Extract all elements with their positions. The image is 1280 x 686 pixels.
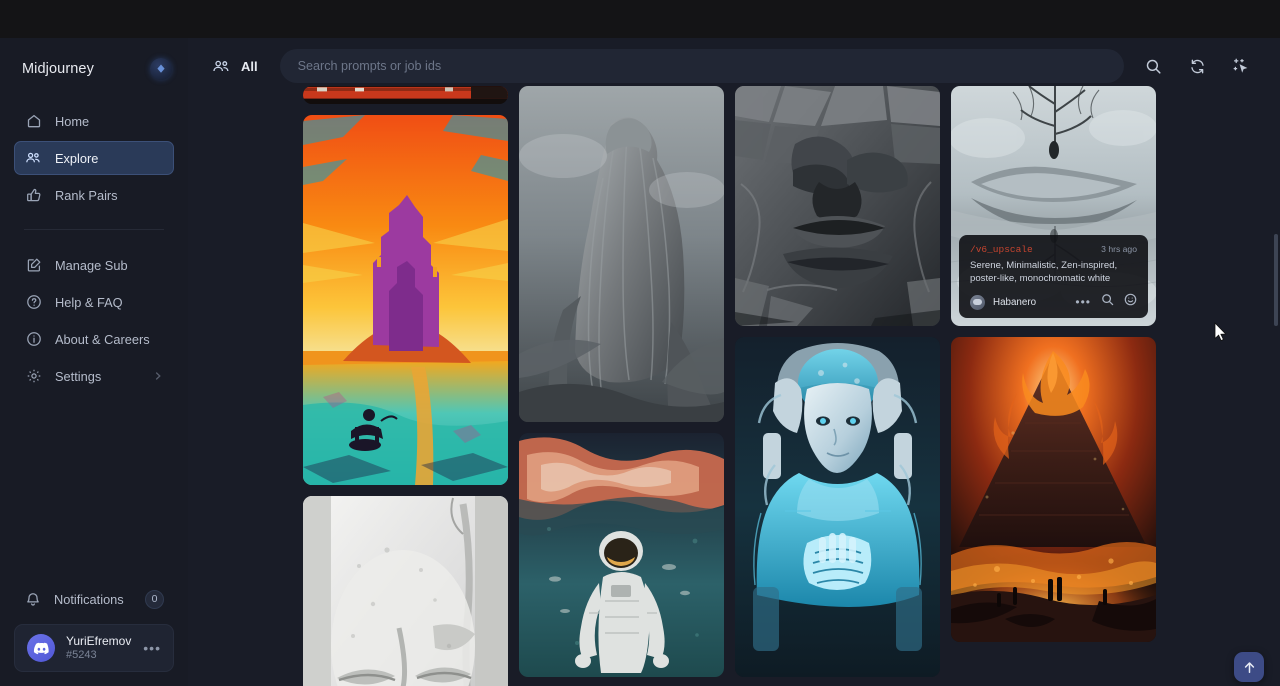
ellipsis-icon[interactable]: •••: [1075, 295, 1091, 309]
image-grid: /v6_upscale 3 hrs ago Serene, Minimalist…: [188, 86, 1280, 686]
burning-pyramid-art: [951, 337, 1156, 642]
page-scrollbar[interactable]: [1274, 234, 1278, 326]
thumbs-up-icon: [25, 187, 42, 204]
user-meta: YuriEfremov #5243: [66, 634, 131, 663]
refresh-icon[interactable]: [1182, 51, 1212, 81]
notifications-count-badge: 0: [145, 590, 164, 609]
people-icon: [212, 58, 231, 75]
image-card[interactable]: [735, 337, 940, 677]
command-tag[interactable]: /v6_upscale: [970, 244, 1033, 255]
grid-column: [519, 86, 724, 686]
emoji-reaction-icon[interactable]: [1124, 293, 1137, 311]
sidebar-divider: [24, 229, 164, 230]
arrow-up-icon: [1242, 660, 1257, 675]
sidebar-item-label: Help & FAQ: [55, 295, 123, 310]
ellipsis-icon[interactable]: •••: [143, 640, 161, 656]
white-stone-face-art: [303, 496, 508, 686]
sidebar-item-rank-pairs[interactable]: Rank Pairs: [14, 178, 174, 212]
grid-column: [303, 86, 508, 686]
sparkle-cursor-icon[interactable]: [1226, 51, 1256, 81]
overlay-actions: •••: [1075, 293, 1137, 311]
image-card[interactable]: /v6_upscale 3 hrs ago Serene, Minimalist…: [951, 86, 1156, 326]
card-overlay-meta: /v6_upscale 3 hrs ago Serene, Minimalist…: [959, 235, 1148, 318]
search-input[interactable]: [298, 59, 1106, 73]
overlay-header: /v6_upscale 3 hrs ago: [970, 244, 1137, 255]
sailboat-badge-icon[interactable]: [150, 58, 172, 80]
avatar: [970, 295, 985, 310]
sidebar-item-label: Home: [55, 114, 89, 129]
sidebar-spacer: [0, 396, 188, 584]
shrouded-figure-grey-art: [519, 86, 724, 422]
image-card[interactable]: [951, 337, 1156, 642]
image-card[interactable]: [303, 86, 508, 104]
mouse-cursor: [1214, 322, 1228, 347]
sidebar-item-settings[interactable]: Settings: [14, 359, 174, 393]
castle-mesa-sunset-art: [303, 115, 508, 485]
discord-icon: [27, 634, 55, 662]
brand-row: Midjourney: [0, 38, 188, 100]
info-circle-icon: [25, 331, 42, 348]
home-icon: [25, 113, 42, 130]
scroll-to-top-button[interactable]: [1234, 652, 1264, 682]
timestamp: 3 hrs ago: [1101, 244, 1137, 254]
app-title: Midjourney: [22, 61, 94, 77]
image-card[interactable]: [519, 86, 724, 422]
notifications-row[interactable]: Notifications 0: [24, 584, 164, 614]
sidebar-item-explore[interactable]: Explore: [14, 141, 174, 175]
notifications-label: Notifications: [54, 592, 124, 607]
stone-face-carving-art: [735, 86, 940, 326]
image-card[interactable]: [303, 115, 508, 485]
sidebar-item-label: Rank Pairs: [55, 188, 118, 203]
grid-columns: /v6_upscale 3 hrs ago Serene, Minimalist…: [303, 86, 1165, 686]
filter-all-button[interactable]: All: [204, 54, 266, 79]
user-tag: #5243: [66, 649, 131, 663]
sidebar-item-home[interactable]: Home: [14, 104, 174, 138]
user-name: YuriEfremov: [66, 634, 131, 649]
sidebar-item-about-careers[interactable]: About & Careers: [14, 322, 174, 356]
people-icon: [25, 150, 42, 167]
sidebar-item-label: Settings: [55, 369, 101, 384]
image-card[interactable]: [735, 86, 940, 326]
desert-road-red-art: [303, 86, 508, 104]
sidebar-item-manage-sub[interactable]: Manage Sub: [14, 248, 174, 282]
sidebar-item-label: About & Careers: [55, 332, 150, 347]
chevron-right-icon: [153, 369, 163, 384]
primary-nav: Home Explore: [0, 100, 188, 215]
filter-label: All: [241, 59, 258, 74]
app-shell: Midjourney Home: [0, 38, 1280, 686]
user-card[interactable]: YuriEfremov #5243 •••: [14, 624, 174, 672]
edit-square-icon: [25, 257, 42, 274]
underwater-astronaut-art: [519, 433, 724, 677]
sidebar-item-label: Explore: [55, 151, 98, 166]
search-box[interactable]: [280, 49, 1124, 83]
search-icon[interactable]: [1138, 51, 1168, 81]
bell-icon: [24, 591, 41, 608]
browser-chrome-bar: [0, 0, 1280, 38]
question-circle-icon: [25, 294, 42, 311]
image-card[interactable]: [303, 496, 508, 686]
sidebar: Midjourney Home: [0, 38, 188, 686]
sidebar-item-help-faq[interactable]: Help & FAQ: [14, 285, 174, 319]
grid-column: /v6_upscale 3 hrs ago Serene, Minimalist…: [951, 86, 1156, 686]
prompt-text: Serene, Minimalistic, Zen-inspired, post…: [970, 259, 1137, 285]
grid-column: [735, 86, 940, 686]
secondary-nav: Manage Sub Help & FAQ: [0, 244, 188, 396]
gear-icon: [25, 368, 42, 385]
cyborg-woman-blue-art: [735, 337, 940, 677]
author-name: Habanero: [993, 297, 1036, 308]
zoom-search-icon[interactable]: [1101, 293, 1114, 311]
image-card[interactable]: [519, 433, 724, 677]
overlay-footer: Habanero •••: [970, 293, 1137, 311]
sidebar-item-label: Manage Sub: [55, 258, 128, 273]
